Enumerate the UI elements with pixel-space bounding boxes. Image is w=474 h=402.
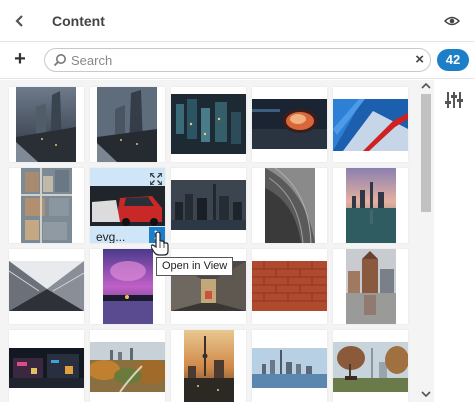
thumbnail-image bbox=[9, 261, 84, 311]
thumbnail-image bbox=[346, 249, 396, 324]
thumbnail-tile[interactable] bbox=[90, 249, 165, 324]
open-in-view-tooltip: Open in View bbox=[156, 257, 234, 276]
scroll-down-icon[interactable] bbox=[420, 389, 432, 399]
search-input[interactable] bbox=[71, 51, 401, 69]
thumbnail-image bbox=[252, 261, 327, 311]
plus-icon: + bbox=[14, 48, 26, 70]
thumbnail-image bbox=[333, 342, 408, 392]
thumbnail-image bbox=[265, 168, 315, 243]
scroll-up-icon[interactable] bbox=[420, 81, 432, 91]
thumbnail-tile[interactable] bbox=[252, 87, 327, 162]
thumbnail-image bbox=[252, 348, 327, 388]
eye-icon bbox=[444, 16, 460, 26]
thumbnail-tile[interactable] bbox=[9, 168, 84, 243]
thumbnail-image bbox=[171, 94, 246, 154]
thumbnail-tile[interactable] bbox=[333, 168, 408, 243]
visibility-toggle-button[interactable] bbox=[442, 11, 462, 31]
thumbnail-image bbox=[103, 249, 153, 324]
clear-search-button[interactable]: × bbox=[415, 52, 424, 68]
side-panel bbox=[418, 80, 474, 402]
thumbnail-image bbox=[171, 180, 246, 230]
search-box[interactable]: × bbox=[44, 48, 431, 72]
thumbnail-tile[interactable] bbox=[9, 87, 84, 162]
thumbnail-tile[interactable] bbox=[252, 330, 327, 402]
scrollbar-thumb[interactable] bbox=[421, 94, 431, 212]
thumbnail-image bbox=[16, 87, 76, 162]
add-button[interactable]: + bbox=[10, 48, 30, 70]
thumbnail-tile[interactable] bbox=[90, 87, 165, 162]
hand-cursor-icon bbox=[151, 232, 169, 256]
thumbnail-name: evg... bbox=[96, 230, 126, 243]
thumbnail-tile[interactable] bbox=[171, 87, 246, 162]
thumbnail-tile[interactable] bbox=[171, 330, 246, 402]
thumbnail-image bbox=[184, 330, 234, 402]
thumbnail-image bbox=[346, 168, 396, 243]
thumbnail-grid[interactable]: evg... Open in View bbox=[0, 80, 418, 402]
thumbnail-tile[interactable] bbox=[9, 249, 84, 324]
thumbnail-image bbox=[97, 87, 157, 162]
thumbnail-tile[interactable] bbox=[9, 330, 84, 402]
thumbnail-image bbox=[90, 342, 165, 392]
thumbnail-image bbox=[21, 168, 72, 243]
vertical-scrollbar[interactable] bbox=[418, 80, 434, 402]
thumbnail-image bbox=[90, 186, 165, 226]
thumbnail-image bbox=[9, 348, 84, 388]
sliders-icon[interactable] bbox=[444, 90, 464, 110]
thumbnail-tile[interactable] bbox=[252, 249, 327, 324]
page-title: Content bbox=[52, 13, 105, 29]
thumbnail-tile[interactable] bbox=[333, 87, 408, 162]
thumbnail-image bbox=[252, 99, 327, 149]
chevron-left-icon bbox=[15, 15, 23, 27]
item-count-badge: 42 bbox=[437, 49, 469, 71]
search-icon bbox=[53, 54, 66, 67]
expand-icon[interactable] bbox=[150, 173, 162, 185]
thumbnail-image bbox=[333, 99, 408, 151]
thumbnail-tile[interactable] bbox=[252, 168, 327, 243]
thumbnail-tile[interactable] bbox=[333, 330, 408, 402]
thumbnail-tile[interactable] bbox=[90, 330, 165, 402]
back-button[interactable] bbox=[10, 11, 30, 31]
content-header: Content bbox=[0, 0, 474, 42]
thumbnail-tile[interactable] bbox=[333, 249, 408, 324]
thumbnail-tile[interactable] bbox=[171, 168, 246, 243]
toolbar: + × 42 bbox=[0, 42, 474, 79]
